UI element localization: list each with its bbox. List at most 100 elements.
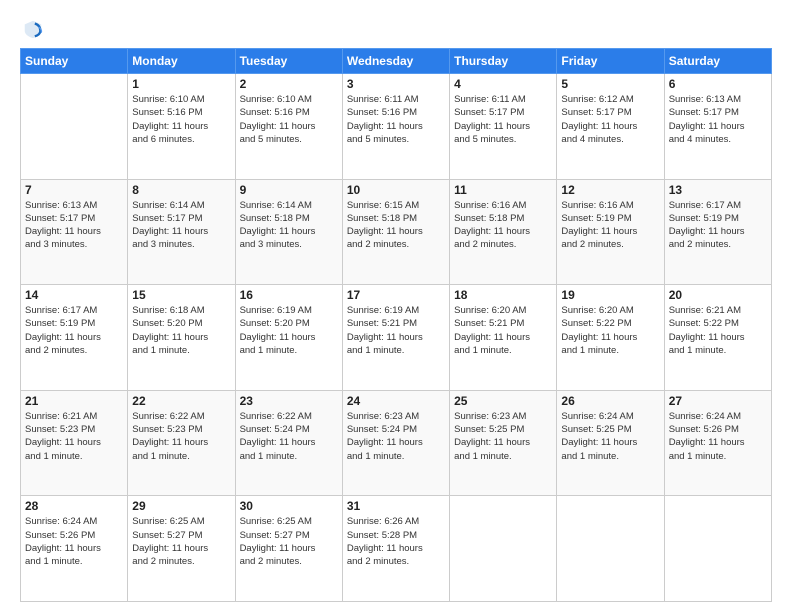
day-number: 26 (561, 394, 659, 408)
day-number: 9 (240, 183, 338, 197)
calendar-cell: 3 Sunrise: 6:11 AM Sunset: 5:16 PM Daylig… (342, 74, 449, 180)
day-number: 24 (347, 394, 445, 408)
weekday-header-monday: Monday (128, 49, 235, 74)
calendar-cell (21, 74, 128, 180)
calendar-cell: 24 Sunrise: 6:23 AM Sunset: 5:24 PM Dayli… (342, 390, 449, 496)
calendar-cell: 1 Sunrise: 6:10 AM Sunset: 5:16 PM Daylig… (128, 74, 235, 180)
day-number: 27 (669, 394, 767, 408)
weekday-header-row: SundayMondayTuesdayWednesdayThursdayFrid… (21, 49, 772, 74)
calendar-cell: 28 Sunrise: 6:24 AM Sunset: 5:26 PM Dayli… (21, 496, 128, 602)
day-info: Sunrise: 6:21 AM Sunset: 5:22 PM Dayligh… (669, 304, 767, 357)
day-number: 16 (240, 288, 338, 302)
day-info: Sunrise: 6:10 AM Sunset: 5:16 PM Dayligh… (240, 93, 338, 146)
day-info: Sunrise: 6:17 AM Sunset: 5:19 PM Dayligh… (669, 199, 767, 252)
day-number: 10 (347, 183, 445, 197)
day-number: 25 (454, 394, 552, 408)
calendar-week-row: 28 Sunrise: 6:24 AM Sunset: 5:26 PM Dayli… (21, 496, 772, 602)
logo-icon (22, 18, 44, 40)
day-number: 3 (347, 77, 445, 91)
day-number: 17 (347, 288, 445, 302)
calendar-cell: 13 Sunrise: 6:17 AM Sunset: 5:19 PM Dayli… (664, 179, 771, 285)
calendar-cell: 26 Sunrise: 6:24 AM Sunset: 5:25 PM Dayli… (557, 390, 664, 496)
day-number: 22 (132, 394, 230, 408)
day-number: 23 (240, 394, 338, 408)
calendar-cell: 21Sunrise: 6:21 AM Sunset: 5:23 PM Dayli… (21, 390, 128, 496)
calendar-cell: 30 Sunrise: 6:25 AM Sunset: 5:27 PM Dayli… (235, 496, 342, 602)
calendar-cell (450, 496, 557, 602)
day-info: Sunrise: 6:16 AM Sunset: 5:18 PM Dayligh… (454, 199, 552, 252)
day-info: Sunrise: 6:11 AM Sunset: 5:16 PM Dayligh… (347, 93, 445, 146)
logo-text (20, 18, 44, 40)
calendar-week-row: 21Sunrise: 6:21 AM Sunset: 5:23 PM Dayli… (21, 390, 772, 496)
day-number: 2 (240, 77, 338, 91)
calendar-cell: 27 Sunrise: 6:24 AM Sunset: 5:26 PM Dayli… (664, 390, 771, 496)
day-number: 19 (561, 288, 659, 302)
day-info: Sunrise: 6:24 AM Sunset: 5:25 PM Dayligh… (561, 410, 659, 463)
calendar-cell: 6Sunrise: 6:13 AM Sunset: 5:17 PM Daylig… (664, 74, 771, 180)
calendar-cell: 14 Sunrise: 6:17 AM Sunset: 5:19 PM Dayli… (21, 285, 128, 391)
calendar-cell: 25 Sunrise: 6:23 AM Sunset: 5:25 PM Dayli… (450, 390, 557, 496)
calendar-cell: 10 Sunrise: 6:15 AM Sunset: 5:18 PM Dayli… (342, 179, 449, 285)
day-number: 14 (25, 288, 123, 302)
calendar-cell: 8Sunrise: 6:14 AM Sunset: 5:17 PM Daylig… (128, 179, 235, 285)
calendar-cell: 5Sunrise: 6:12 AM Sunset: 5:17 PM Daylig… (557, 74, 664, 180)
day-info: Sunrise: 6:25 AM Sunset: 5:27 PM Dayligh… (240, 515, 338, 568)
weekday-header-thursday: Thursday (450, 49, 557, 74)
day-info: Sunrise: 6:19 AM Sunset: 5:21 PM Dayligh… (347, 304, 445, 357)
day-number: 28 (25, 499, 123, 513)
calendar-cell: 29 Sunrise: 6:25 AM Sunset: 5:27 PM Dayli… (128, 496, 235, 602)
day-info: Sunrise: 6:24 AM Sunset: 5:26 PM Dayligh… (669, 410, 767, 463)
day-number: 31 (347, 499, 445, 513)
day-number: 7 (25, 183, 123, 197)
day-number: 20 (669, 288, 767, 302)
weekday-header-sunday: Sunday (21, 49, 128, 74)
day-info: Sunrise: 6:19 AM Sunset: 5:20 PM Dayligh… (240, 304, 338, 357)
calendar-week-row: 7Sunrise: 6:13 AM Sunset: 5:17 PM Daylig… (21, 179, 772, 285)
day-info: Sunrise: 6:18 AM Sunset: 5:20 PM Dayligh… (132, 304, 230, 357)
day-number: 30 (240, 499, 338, 513)
calendar-week-row: 14 Sunrise: 6:17 AM Sunset: 5:19 PM Dayli… (21, 285, 772, 391)
day-info: Sunrise: 6:14 AM Sunset: 5:18 PM Dayligh… (240, 199, 338, 252)
day-info: Sunrise: 6:23 AM Sunset: 5:24 PM Dayligh… (347, 410, 445, 463)
weekday-header-friday: Friday (557, 49, 664, 74)
calendar-cell: 11Sunrise: 6:16 AM Sunset: 5:18 PM Dayli… (450, 179, 557, 285)
day-info: Sunrise: 6:24 AM Sunset: 5:26 PM Dayligh… (25, 515, 123, 568)
calendar-cell: 16 Sunrise: 6:19 AM Sunset: 5:20 PM Dayli… (235, 285, 342, 391)
day-number: 5 (561, 77, 659, 91)
calendar-cell: 17 Sunrise: 6:19 AM Sunset: 5:21 PM Dayli… (342, 285, 449, 391)
day-info: Sunrise: 6:21 AM Sunset: 5:23 PM Dayligh… (25, 410, 123, 463)
day-info: Sunrise: 6:10 AM Sunset: 5:16 PM Dayligh… (132, 93, 230, 146)
day-number: 4 (454, 77, 552, 91)
logo (20, 18, 44, 40)
calendar-cell (664, 496, 771, 602)
calendar-cell: 22Sunrise: 6:22 AM Sunset: 5:23 PM Dayli… (128, 390, 235, 496)
weekday-header-tuesday: Tuesday (235, 49, 342, 74)
day-number: 1 (132, 77, 230, 91)
calendar-cell: 4Sunrise: 6:11 AM Sunset: 5:17 PM Daylig… (450, 74, 557, 180)
day-number: 15 (132, 288, 230, 302)
calendar-cell: 2 Sunrise: 6:10 AM Sunset: 5:16 PM Daylig… (235, 74, 342, 180)
calendar-cell: 12Sunrise: 6:16 AM Sunset: 5:19 PM Dayli… (557, 179, 664, 285)
day-info: Sunrise: 6:15 AM Sunset: 5:18 PM Dayligh… (347, 199, 445, 252)
calendar-cell: 15 Sunrise: 6:18 AM Sunset: 5:20 PM Dayli… (128, 285, 235, 391)
day-info: Sunrise: 6:20 AM Sunset: 5:22 PM Dayligh… (561, 304, 659, 357)
calendar-cell: 19 Sunrise: 6:20 AM Sunset: 5:22 PM Dayli… (557, 285, 664, 391)
weekday-header-wednesday: Wednesday (342, 49, 449, 74)
day-info: Sunrise: 6:20 AM Sunset: 5:21 PM Dayligh… (454, 304, 552, 357)
day-info: Sunrise: 6:22 AM Sunset: 5:24 PM Dayligh… (240, 410, 338, 463)
weekday-header-saturday: Saturday (664, 49, 771, 74)
day-info: Sunrise: 6:23 AM Sunset: 5:25 PM Dayligh… (454, 410, 552, 463)
day-info: Sunrise: 6:26 AM Sunset: 5:28 PM Dayligh… (347, 515, 445, 568)
day-number: 29 (132, 499, 230, 513)
day-number: 12 (561, 183, 659, 197)
day-info: Sunrise: 6:17 AM Sunset: 5:19 PM Dayligh… (25, 304, 123, 357)
calendar-table: SundayMondayTuesdayWednesdayThursdayFrid… (20, 48, 772, 602)
day-info: Sunrise: 6:13 AM Sunset: 5:17 PM Dayligh… (669, 93, 767, 146)
day-info: Sunrise: 6:14 AM Sunset: 5:17 PM Dayligh… (132, 199, 230, 252)
calendar-cell: 23 Sunrise: 6:22 AM Sunset: 5:24 PM Dayli… (235, 390, 342, 496)
calendar-cell: 18Sunrise: 6:20 AM Sunset: 5:21 PM Dayli… (450, 285, 557, 391)
calendar-week-row: 1 Sunrise: 6:10 AM Sunset: 5:16 PM Daylig… (21, 74, 772, 180)
day-number: 13 (669, 183, 767, 197)
day-info: Sunrise: 6:25 AM Sunset: 5:27 PM Dayligh… (132, 515, 230, 568)
page: SundayMondayTuesdayWednesdayThursdayFrid… (0, 0, 792, 612)
